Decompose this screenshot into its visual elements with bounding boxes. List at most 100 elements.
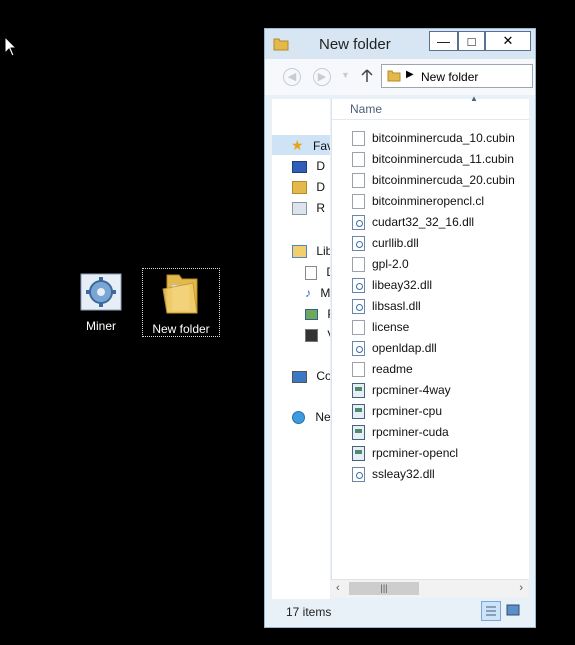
star-icon: ★ <box>291 137 304 153</box>
nav-item-libraries[interactable]: Lib <box>292 244 330 259</box>
desktop-icon <box>292 160 307 173</box>
file-name: bitcoinminercuda_20.cubin <box>372 173 515 187</box>
file-list-item[interactable]: readme <box>352 359 413 379</box>
file-list: ▲ Name bitcoinminercuda_10.cubin bitcoinm… <box>331 94 529 579</box>
nav-item-desktop[interactable]: D <box>292 159 325 173</box>
file-name: rpcminer-opencl <box>372 446 459 460</box>
application-icon <box>352 424 365 440</box>
dll-file-icon <box>352 466 365 482</box>
dll-file-icon <box>352 298 365 314</box>
nav-item-videos[interactable]: V <box>305 328 330 343</box>
breadcrumb-current[interactable]: New folder <box>421 70 478 84</box>
forward-button[interactable]: ▶ <box>313 68 331 86</box>
file-list-item[interactable]: bitcoinminercuda_20.cubin <box>352 170 515 190</box>
file-list-item[interactable]: rpcminer-cpu <box>352 401 442 421</box>
document-file-icon <box>352 193 365 209</box>
address-bar[interactable]: ▶ New folder <box>381 64 533 88</box>
scroll-right-arrow-icon[interactable]: › <box>519 582 523 594</box>
column-header-label: Name <box>350 102 383 116</box>
nav-item-label: M <box>320 286 330 300</box>
window-title: New folder <box>319 36 391 53</box>
folder-icon <box>162 274 198 314</box>
document-file-icon <box>352 361 365 377</box>
back-button[interactable]: ◀ <box>283 68 301 86</box>
file-list-item[interactable]: rpcminer-4way <box>352 380 451 400</box>
file-list-item[interactable]: curllib.dll <box>352 233 419 253</box>
computer-icon <box>292 370 307 383</box>
document-file-icon <box>352 151 365 167</box>
recent-places-icon <box>292 202 307 216</box>
column-header-name[interactable]: ▲ Name <box>332 94 529 120</box>
file-list-item[interactable]: gpl-2.0 <box>352 254 409 274</box>
file-list-item[interactable]: libsasl.dll <box>352 296 421 316</box>
file-list-item[interactable]: ssleay32.dll <box>352 464 435 484</box>
nav-item-documents[interactable]: D <box>305 265 330 280</box>
file-list-item[interactable]: libeay32.dll <box>352 275 432 295</box>
minimize-button[interactable]: — <box>429 31 458 51</box>
document-file-icon <box>352 172 365 188</box>
desktop-icon-label: New folder <box>152 322 210 336</box>
pictures-icon <box>305 309 318 321</box>
nav-item-computer[interactable]: Co <box>292 369 330 383</box>
details-view-icon <box>486 606 496 616</box>
application-icon <box>352 445 365 461</box>
nav-item-label: Co <box>316 369 330 383</box>
file-list-item[interactable]: openldap.dll <box>352 338 437 358</box>
nav-item-downloads[interactable]: D <box>292 180 325 195</box>
folder-icon <box>387 70 401 82</box>
dll-file-icon <box>352 340 365 356</box>
nav-item-music[interactable]: ♪ M <box>305 286 330 300</box>
file-name: bitcoinminercuda_11.cubin <box>372 152 514 166</box>
file-list-item[interactable]: rpcminer-opencl <box>352 443 458 463</box>
mouse-cursor-icon <box>4 36 18 57</box>
nav-item-pictures[interactable]: P <box>305 307 330 321</box>
application-icon <box>352 382 365 398</box>
address-toolbar: ◀ ▶ ▼ ▶ New folder <box>265 59 535 95</box>
recent-locations-dropdown[interactable]: ▼ <box>341 70 350 80</box>
nav-item-label: Ne <box>315 410 330 424</box>
desktop-icon-label: Miner <box>85 319 116 333</box>
breadcrumb-chevron-icon[interactable]: ▶ <box>406 69 414 80</box>
downloads-folder-icon <box>292 181 307 195</box>
file-list-item[interactable]: bitcoinminercuda_10.cubin <box>352 128 515 148</box>
desktop-icon-miner[interactable]: Miner <box>63 272 139 333</box>
nav-item-label: Fav <box>313 139 330 153</box>
file-list-item[interactable]: bitcoinmineropencl.cl <box>352 191 484 211</box>
file-list-item[interactable]: bitcoinminercuda_11.cubin <box>352 149 514 169</box>
scroll-left-arrow-icon[interactable]: ‹ <box>336 582 340 594</box>
details-view-button[interactable] <box>481 601 501 621</box>
file-name: readme <box>372 362 413 376</box>
file-name: ssleay32.dll <box>372 467 435 481</box>
file-list-item[interactable]: cudart32_32_16.dll <box>352 212 474 232</box>
desktop-icon-new-folder[interactable]: New folder <box>142 268 220 337</box>
up-arrow-icon[interactable] <box>361 69 373 83</box>
file-name: libsasl.dll <box>372 299 421 313</box>
file-name: rpcminer-cuda <box>372 425 449 439</box>
large-icons-view-button[interactable] <box>504 601 524 621</box>
maximize-icon: □ <box>467 33 476 49</box>
file-name: cudart32_32_16.dll <box>372 215 475 229</box>
gear-shortcut-icon <box>80 273 122 311</box>
nav-item-recent[interactable]: R <box>292 201 325 216</box>
file-name: rpcminer-4way <box>372 383 451 397</box>
network-globe-icon <box>292 411 305 425</box>
close-button[interactable]: ✕ <box>485 31 531 51</box>
item-count: 17 items <box>286 605 332 619</box>
document-file-icon <box>352 319 365 335</box>
minimize-icon: — <box>437 33 450 49</box>
file-list-item[interactable]: license <box>352 317 409 337</box>
nav-item-label: D <box>316 159 326 173</box>
file-list-item[interactable]: rpcminer-cuda <box>352 422 449 442</box>
file-name: libeay32.dll <box>372 278 433 292</box>
title-bar[interactable]: New folder — □ ✕ <box>265 29 535 59</box>
scrollbar-thumb[interactable]: ||| <box>349 582 419 595</box>
document-file-icon <box>352 130 365 146</box>
horizontal-scrollbar[interactable]: ‹ ||| › <box>331 579 528 598</box>
nav-item-label: P <box>327 307 330 321</box>
nav-item-favorites[interactable]: ★ Fav <box>272 135 330 155</box>
maximize-button[interactable]: □ <box>458 31 485 51</box>
application-icon <box>352 403 365 419</box>
dll-file-icon <box>352 277 365 293</box>
file-name: curllib.dll <box>372 236 419 250</box>
nav-item-network[interactable]: Ne <box>292 410 330 425</box>
